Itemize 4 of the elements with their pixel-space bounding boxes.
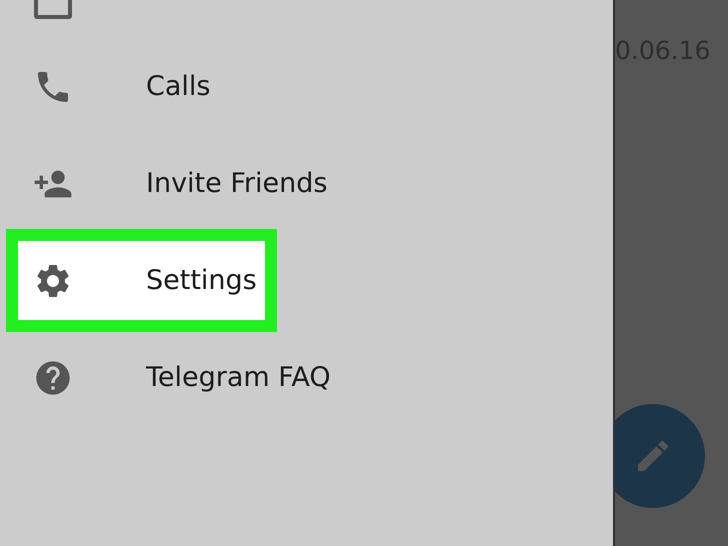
menu-item[interactable]: Calls	[146, 71, 210, 102]
menu-item[interactable]: Settings	[146, 265, 257, 296]
menu-item[interactable]: Invite Friends	[146, 168, 328, 199]
menu-item[interactable]: Telegram FAQ	[146, 362, 331, 393]
